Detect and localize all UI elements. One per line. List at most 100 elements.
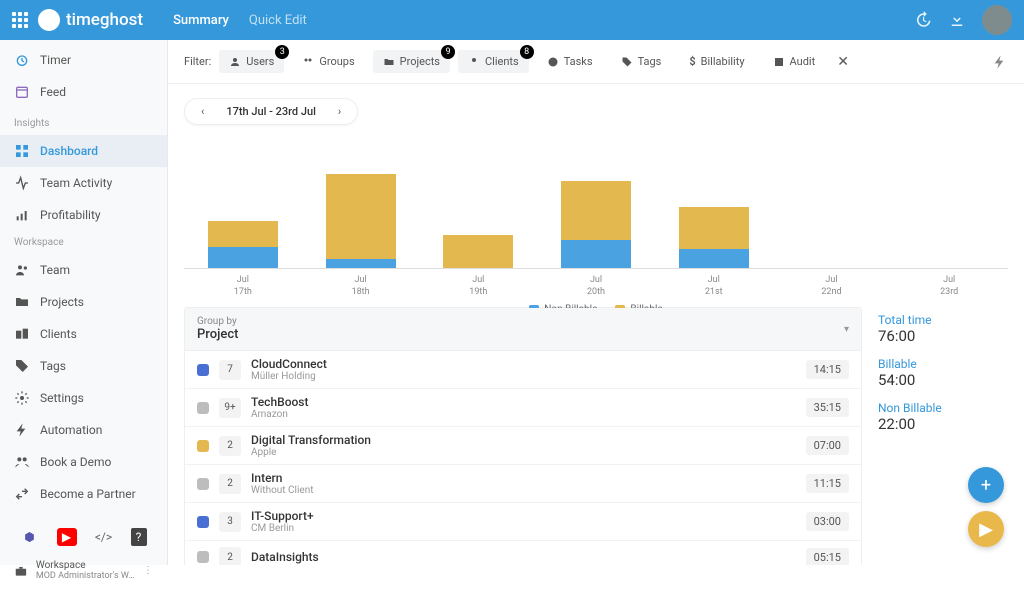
filter-tags[interactable]: Tags (611, 50, 672, 73)
client-name: Apple (251, 447, 796, 458)
logo-icon (38, 9, 60, 31)
sidebar-item-timer[interactable]: Timer (0, 44, 167, 76)
filter-tasks[interactable]: Tasks (537, 50, 603, 73)
chart: Jul17thJul18thJul19thJul20thJul21stJul22… (184, 139, 1008, 299)
client-name: Without Client (251, 485, 796, 496)
time-badge: 07:00 (806, 436, 849, 455)
apps-icon[interactable] (12, 12, 28, 28)
time-badge: 05:15 (806, 548, 849, 566)
next-arrow-icon[interactable]: › (330, 103, 349, 120)
project-row[interactable]: 2InternWithout Client11:15 (185, 465, 861, 503)
time-badge: 14:15 (806, 360, 849, 379)
project-row[interactable]: 2 DataInsights 05:15 (185, 541, 861, 565)
project-row[interactable]: 3 IT-Support+CM Berlin 03:00 (185, 503, 861, 541)
filter-audit[interactable]: Audit (763, 50, 826, 73)
bolt-icon (14, 422, 30, 438)
help-icon[interactable]: ? (131, 528, 147, 546)
sidebar-label: Automation (40, 423, 102, 437)
filter-groups[interactable]: Groups (292, 50, 364, 73)
fab-add-button[interactable]: + (968, 467, 1004, 503)
sidebar-item-clients[interactable]: Clients (0, 318, 167, 350)
chevron-down-icon: ▾ (844, 324, 849, 335)
billable-label: Billable (878, 357, 1008, 371)
folder-icon (14, 294, 30, 310)
prev-arrow-icon[interactable]: ‹ (193, 103, 212, 120)
sidebar-item-partner[interactable]: Become a Partner (0, 478, 167, 510)
task-count: 3 (219, 512, 241, 532)
color-dot (197, 516, 209, 528)
badge: 3 (275, 45, 289, 59)
download-icon[interactable] (948, 11, 966, 29)
nonbillable-label: Non Billable (878, 401, 1008, 415)
gear-icon (14, 390, 30, 406)
project-name: DataInsights (251, 550, 796, 564)
sidebar-item-tags[interactable]: Tags (0, 350, 167, 382)
teams-icon[interactable]: ⬢ (21, 528, 39, 546)
sidebar-item-dashboard[interactable]: Dashboard (0, 135, 167, 167)
tab-summary[interactable]: Summary (173, 13, 229, 28)
sidebar-item-team-activity[interactable]: Team Activity (0, 167, 167, 199)
sidebar-item-feed[interactable]: Feed (0, 76, 167, 108)
dashboard-icon (14, 143, 30, 159)
time-badge: 11:15 (806, 474, 849, 493)
task-count: 9+ (219, 398, 241, 418)
tag-icon (621, 56, 633, 68)
tab-quickedit[interactable]: Quick Edit (249, 13, 307, 28)
sidebar-item-team[interactable]: Team (0, 254, 167, 286)
project-name: IT-Support+ (251, 509, 796, 523)
filter-users[interactable]: Users3 (219, 50, 284, 73)
date-range-text: 17th Jul - 23rd Jul (212, 105, 330, 118)
task-count: 2 (219, 474, 241, 494)
sidebar-item-bookdemo[interactable]: Book a Demo (0, 446, 167, 478)
sidebar-item-profitability[interactable]: Profitability (0, 199, 167, 231)
time-badge: 35:15 (806, 398, 849, 417)
section-insights: Insights (0, 112, 167, 135)
group-by-selector[interactable]: Group byProject ▾ (185, 308, 861, 351)
project-row[interactable]: 7CloudConnectMüller Holding14:15 (185, 351, 861, 389)
sidebar-item-automation[interactable]: Automation (0, 414, 167, 446)
time-badge: 03:00 (806, 512, 849, 531)
sidebar: Timer Feed Insights Dashboard Team Activ… (0, 40, 168, 565)
partner-icon (14, 486, 30, 502)
filter-billability[interactable]: $Billability (679, 50, 754, 73)
group-icon (302, 56, 314, 68)
topbar: timeghost Summary Quick Edit (0, 0, 1024, 40)
client-name: Müller Holding (251, 371, 796, 382)
sidebar-label: Dashboard (40, 144, 98, 158)
project-name: CloudConnect (251, 357, 796, 371)
filter-clients[interactable]: Clients8 (458, 50, 529, 73)
avatar[interactable] (982, 5, 1012, 35)
color-dot (197, 402, 209, 414)
sidebar-social: ⬢ ▶ </> ? (14, 520, 153, 554)
fab-play-button[interactable]: ▶ (968, 511, 1004, 547)
clear-filter-icon[interactable]: ✕ (837, 54, 849, 70)
billable-value: 54:00 (878, 371, 1008, 389)
sidebar-label: Profitability (40, 208, 101, 222)
project-name: TechBoost (251, 395, 796, 409)
sidebar-item-settings[interactable]: Settings (0, 382, 167, 414)
workspace-selector[interactable]: Workspace MOD Administrator's Worksp... … (14, 554, 153, 587)
project-row[interactable]: 2Digital TransformationApple07:00 (185, 427, 861, 465)
date-range-selector[interactable]: ‹ 17th Jul - 23rd Jul › (184, 98, 358, 125)
logo[interactable]: timeghost (38, 9, 143, 31)
color-dot (197, 364, 209, 376)
team-icon (14, 262, 30, 278)
sidebar-item-projects[interactable]: Projects (0, 286, 167, 318)
check-icon (547, 56, 559, 68)
task-count: 2 (219, 547, 241, 565)
code-icon[interactable]: </> (95, 528, 113, 546)
brand-name: timeghost (66, 10, 143, 30)
topbar-right (914, 5, 1012, 35)
youtube-icon[interactable]: ▶ (57, 528, 77, 546)
project-row[interactable]: 9+ TechBoostAmazon 35:15 (185, 389, 861, 427)
client-name: CM Berlin (251, 523, 796, 534)
workspace-title: Workspace (36, 560, 135, 571)
client-name: Amazon (251, 409, 796, 420)
sidebar-label: Team (40, 263, 70, 277)
audit-icon (773, 56, 785, 68)
sidebar-label: Book a Demo (40, 455, 111, 469)
history-icon[interactable] (914, 11, 932, 29)
color-dot (197, 478, 209, 490)
filter-projects[interactable]: Projects9 (373, 50, 450, 73)
filter-settings-icon[interactable] (992, 54, 1008, 70)
